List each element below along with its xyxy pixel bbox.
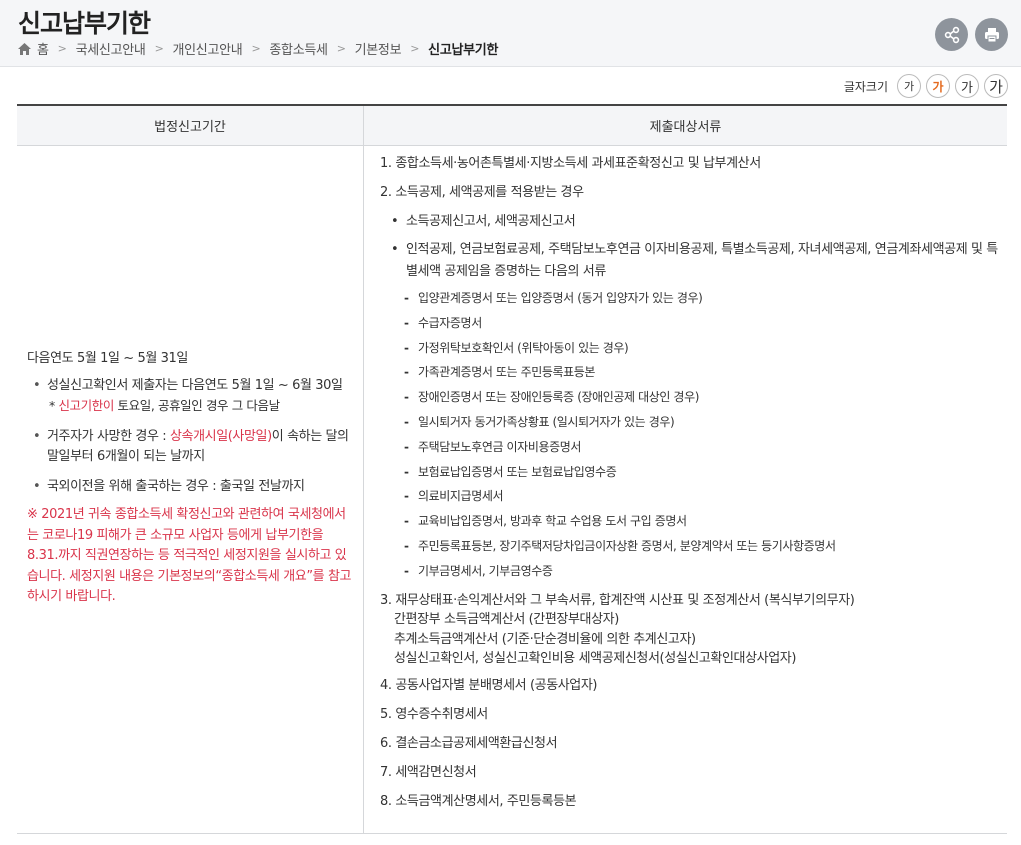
document-list-item: 보험료납입증명서 또는 보험료납입영수증 (380, 463, 1000, 481)
page-title: 신고납부기한 (18, 9, 151, 38)
period-text: 다음연도 5월 1일 ~ 5월 31일 (27, 351, 188, 366)
deadline-table: 법정신고기간 제출대상서류 다음연도 5월 1일 ~ 5월 31일 성실신고확인… (17, 104, 1007, 834)
bullet-text: 성실신고확인서 제출자는 다음연도 5월 1일 ~ 6월 30일 (47, 378, 343, 393)
breadcrumb-home[interactable]: 홈 (37, 39, 49, 58)
chevron-right-icon: > (410, 42, 420, 55)
chevron-right-icon: > (336, 42, 346, 55)
font-size-default-button[interactable]: 가 (926, 74, 950, 98)
list-item: 2. 소득공제, 세액공제를 적용받는 경우 (380, 185, 584, 200)
share-button[interactable] (935, 18, 968, 51)
document-list-item: 장애인증명서 또는 장애인등록증 (장애인공제 대상인 경우) (380, 388, 1000, 406)
bullet-text: 국외이전을 위해 출국하는 경우 : 출국일 전날까지 (47, 479, 305, 494)
document-list-item: 의료비지급명세서 (380, 487, 1000, 505)
list-item: 소득공제신고서, 세액공제신고서 (380, 211, 1000, 233)
document-list: 입양관계증명서 또는 입양증명서 (동거 입양자가 있는 경우) 수급자증명서가정… (380, 289, 1000, 580)
print-icon (984, 27, 999, 42)
list-item: 성실신고확인서 제출자는 다음연도 5월 1일 ~ 6월 30일 * 신고기한이… (27, 376, 352, 417)
document-list-item: 주택담보노후연금 이자비용증명서 (380, 438, 1000, 456)
chevron-right-icon: > (154, 42, 164, 55)
document-list-item: 가정위탁보호확인서 (위탁아동이 있는 경우) (380, 339, 1000, 357)
list-item: 국외이전을 위해 출국하는 경우 : 출국일 전날까지 (27, 477, 352, 497)
breadcrumb-tax-report-guide[interactable]: 국세신고안내 (76, 39, 146, 58)
breadcrumb: 홈 > 국세신고안내 > 개인신고안내 > 종합소득세 > 기본정보 > 신고납… (17, 39, 498, 58)
list-item: 1. 종합소득세·농어촌특별세·지방소득세 과세표준확정신고 및 납부계산서 (380, 156, 761, 171)
documents-cell: 1. 종합소득세·농어촌특별세·지방소득세 과세표준확정신고 및 납부계산서 2… (364, 146, 1007, 833)
list-item: 인적공제, 연금보험료공제, 주택담보노후연금 이자비용공제, 특별소득공제, … (380, 239, 1000, 283)
font-size-label: 글자크기 (843, 79, 888, 94)
document-list-item: 수급자증명서 (380, 314, 1000, 332)
list-item: 거주자가 사망한 경우 : 상속개시일(사망일)이 속하는 달의 말일부터 6개… (27, 427, 352, 467)
list-item: 5. 영수증수취명세서 (380, 706, 488, 722)
document-list-item: 일시퇴거자 동거가족상황표 (일시퇴거자가 있는 경우) (380, 413, 1000, 431)
chevron-right-icon: > (57, 42, 67, 55)
breadcrumb-comprehensive-income-tax[interactable]: 종합소득세 (269, 39, 328, 58)
column-header-period: 법정신고기간 (17, 106, 364, 145)
font-size-control: 글자크기 가 가 가 가 (844, 74, 1008, 98)
breadcrumb-personal-report-guide[interactable]: 개인신고안내 (172, 39, 242, 58)
document-list-item: 교육비납입증명서, 방과후 학교 수업용 도서 구입 증명서 (380, 512, 1000, 530)
document-list-item: 기부금명세서, 기부금영수증 (380, 562, 1000, 580)
font-size-smaller-button[interactable]: 가 (897, 74, 921, 98)
column-header-documents: 제출대상서류 (649, 120, 722, 135)
period-cell: 다음연도 5월 1일 ~ 5월 31일 성실신고확인서 제출자는 다음연도 5월… (17, 146, 364, 833)
document-list-item: 주민등록표등본, 장기주택저당차입금이자상환 증명서, 분양계약서 또는 등기사… (380, 537, 1000, 555)
notice-text: ※ 2021년 귀속 종합소득세 확정신고와 관련하여 국세청에서는 코로나19… (27, 507, 352, 604)
share-icon (944, 26, 959, 43)
font-size-larger-button[interactable]: 가 (955, 74, 979, 98)
list-item: 3. 재무상태표·손익계산서와 그 부속서류, 합계잔액 시산표 및 조정계산서… (380, 592, 855, 667)
list-item: 8. 소득금액계산명세서, 주민등록등본 (380, 793, 577, 809)
note-text: * 신고기한이 토요일, 공휴일인 경우 그 다음날 (49, 398, 280, 413)
print-button[interactable] (975, 18, 1008, 51)
list-item: 4. 공동사업자별 분배명세서 (공동사업자) (380, 677, 598, 693)
breadcrumb-current: 신고납부기한 (428, 43, 499, 58)
list-item: 7. 세액감면신청서 (380, 764, 477, 780)
chevron-right-icon: > (251, 42, 261, 55)
table-row: 다음연도 5월 1일 ~ 5월 31일 성실신고확인서 제출자는 다음연도 5월… (17, 146, 1007, 834)
list-item: 6. 결손금소급공제세액환급신청서 (380, 735, 558, 751)
home-icon[interactable] (17, 42, 32, 56)
breadcrumb-basic-info[interactable]: 기본정보 (355, 39, 402, 58)
page-header: 신고납부기한 홈 > 국세신고안내 > 개인신고안내 > 종합소득세 > 기본정… (0, 0, 1021, 67)
font-size-largest-button[interactable]: 가 (984, 74, 1008, 98)
table-header-row: 법정신고기간 제출대상서류 (17, 106, 1007, 146)
document-list-item: 가족관계증명서 또는 주민등록표등본 (380, 363, 1000, 381)
document-list-item: 입양관계증명서 또는 입양증명서 (동거 입양자가 있는 경우) (380, 289, 1000, 307)
